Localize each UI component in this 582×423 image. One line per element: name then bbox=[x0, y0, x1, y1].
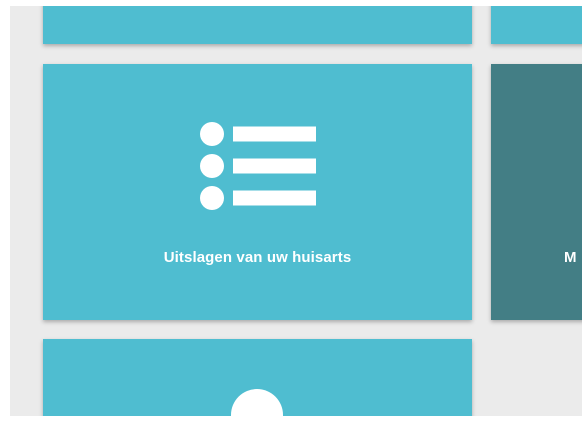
tile-grid: Uitslagen van uw huisarts M bbox=[10, 6, 582, 416]
tile-right-partial[interactable]: M bbox=[491, 64, 582, 320]
tile-top-left[interactable] bbox=[43, 6, 472, 44]
tile-top-right[interactable] bbox=[491, 6, 582, 44]
list-icon bbox=[200, 122, 316, 210]
tile-right-partial-label: M bbox=[564, 249, 577, 266]
tile-bottom[interactable] bbox=[43, 339, 472, 416]
tile-results-label: Uitslagen van uw huisarts bbox=[163, 249, 352, 266]
tile-results-huisarts[interactable]: Uitslagen van uw huisarts bbox=[43, 64, 472, 320]
person-icon bbox=[231, 389, 283, 416]
